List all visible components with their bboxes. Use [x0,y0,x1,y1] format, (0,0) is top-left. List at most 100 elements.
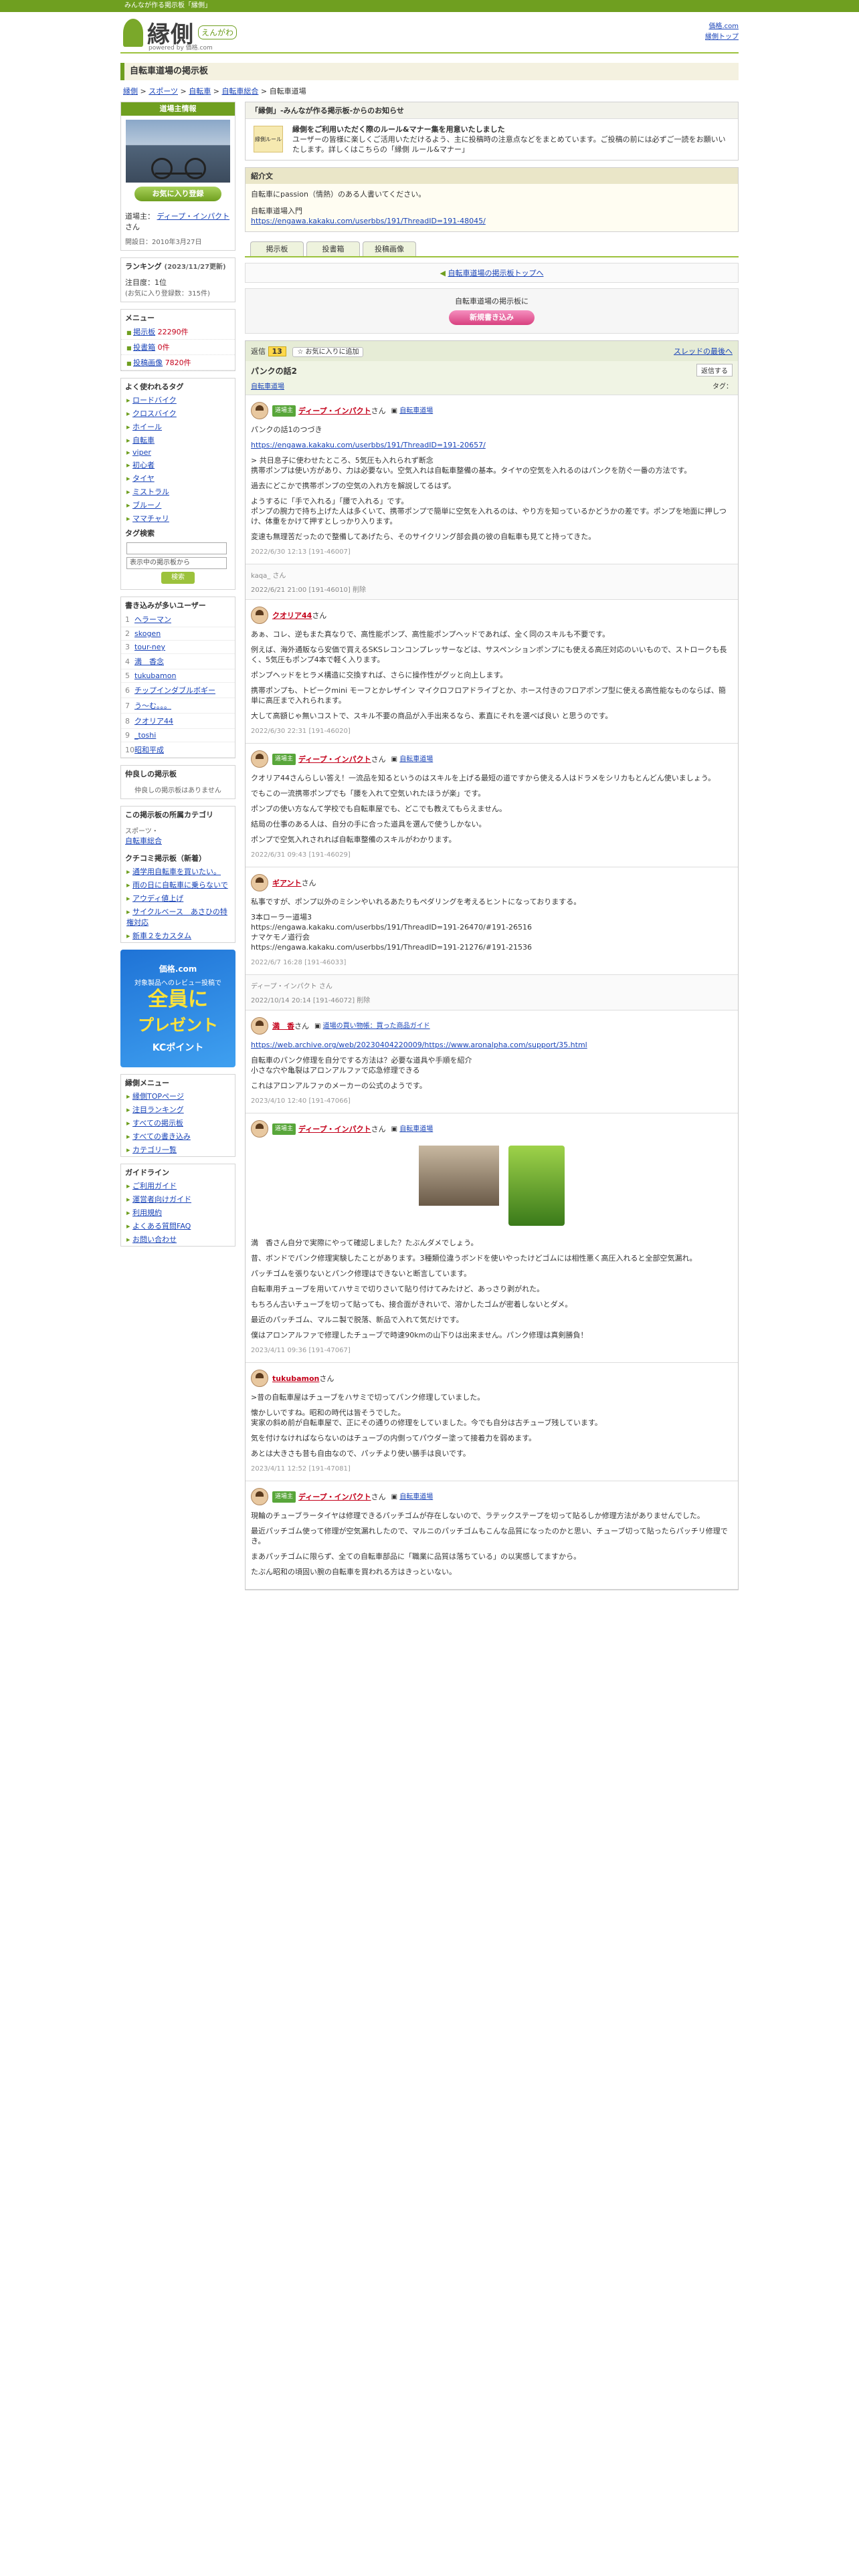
post-user-link[interactable]: ディープ・インパクト [298,1492,371,1502]
tag-search-button[interactable]: 検索 [161,572,195,584]
intro-link[interactable]: https://engawa.kakaku.com/userbbs/191/Th… [251,217,486,225]
favorite-button[interactable]: お気に入り登録 [134,187,221,201]
tag-link[interactable]: タイヤ [132,474,155,483]
tag-link[interactable]: 自転車 [132,436,155,445]
post-user-link[interactable]: ディープ・インパクト [298,754,371,764]
writer-link[interactable]: 満 香念 [134,657,164,666]
writer-item[interactable]: 9 _toshi [121,729,235,742]
writer-link[interactable]: _toshi [134,731,156,740]
engawa-menu-link[interactable]: 注目ランキング [132,1105,184,1114]
guide-item[interactable]: お問い合わせ [121,1232,235,1246]
tag-link[interactable]: ブルーノ [132,501,161,510]
tag-link[interactable]: ホイール [132,423,162,431]
writer-item[interactable]: 8 クオリア44 [121,714,235,729]
guide-link[interactable]: よくある質問FAQ [132,1222,191,1230]
kakaku-link[interactable]: 価格.com [708,23,739,30]
guide-link[interactable]: お問い合わせ [132,1235,177,1244]
writer-link[interactable]: チップインダブルボギー [134,686,215,695]
tag-scope-select[interactable]: 表示中の掲示板から [126,557,227,569]
reply-button[interactable]: 返信する [696,364,733,377]
menu-mailbox-link[interactable]: 投書箱 [133,343,155,352]
guide-item[interactable]: 運営者向けガイド [121,1192,235,1206]
kuchikomi-item[interactable]: 新車２をカスタム [121,929,235,942]
kuchikomi-link[interactable]: 新車２をカスタム [132,932,191,940]
writer-item[interactable]: 2 skogen [121,627,235,641]
tag-link[interactable]: ロードバイク [132,396,177,405]
menu-board-link[interactable]: 掲示板 [133,328,155,336]
guide-link[interactable]: 運営者向けガイド [132,1195,191,1204]
menu-item-board[interactable]: 掲示板 22290件 [121,324,235,340]
engawa-menu-item[interactable]: すべての掲示板 [121,1116,235,1130]
engawa-menu-link[interactable]: すべての書き込み [132,1132,191,1141]
post-category-link[interactable]: 自転車道場 [399,1493,433,1501]
guide-link[interactable]: ご利用ガイド [132,1182,177,1190]
avatar[interactable] [251,1017,268,1035]
post-user-link[interactable]: tukubamon [272,1374,319,1384]
tag-item[interactable]: 自転車 [121,433,235,447]
guide-link[interactable]: 利用規約 [132,1208,162,1217]
post-user-link[interactable]: ディープ・インパクト [298,406,371,416]
writer-link[interactable]: クオリア44 [134,717,173,726]
avatar[interactable] [251,402,268,419]
avatar[interactable] [251,1370,268,1387]
writer-item[interactable]: 3 tour-ney [121,641,235,654]
post-user-link[interactable]: クオリア44 [272,611,312,621]
kuchikomi-link[interactable]: 雨の日に自転車に乗らないで [132,881,228,889]
tag-link[interactable]: ミストラル [132,488,169,496]
category-link[interactable]: 自転車総合 [125,837,162,845]
tag-search-input[interactable] [126,542,227,554]
avatar[interactable] [251,874,268,891]
kuchikomi-link[interactable]: アウディ値上げ [132,894,183,903]
guide-item[interactable]: 利用規約 [121,1206,235,1219]
engawa-menu-item[interactable]: カテゴリ一覧 [121,1143,235,1156]
post-category[interactable]: ▣ 自転車道場 [391,1492,434,1502]
new-post-button[interactable]: 新規書き込み [449,310,535,325]
tag-item[interactable]: クロスバイク [121,407,235,420]
writer-item[interactable]: 6 チップインダブルボギー [121,683,235,698]
tag-item[interactable]: ブルーノ [121,498,235,512]
post-user-link[interactable]: 満 香 [272,1021,294,1031]
kuchikomi-item[interactable]: アウディ値上げ [121,891,235,905]
writer-item[interactable]: 4満 香念 [121,654,235,669]
writer-item[interactable]: 5 tukubamon [121,669,235,683]
repair-kit-photo[interactable] [419,1146,499,1206]
tab-mailbox[interactable]: 投書箱 [306,241,360,256]
engawa-menu-link[interactable]: カテゴリ一覧 [132,1146,177,1154]
kuchikomi-link[interactable]: 通学用自転車を買いたい。 [132,867,221,876]
add-favorite-button[interactable]: ☆ お気に入りに追加 [292,347,364,357]
tag-item[interactable]: ミストラル [121,485,235,498]
writer-item[interactable]: 1 ヘラーマン [121,612,235,627]
post-user-link[interactable]: ギアント [272,878,302,888]
writer-link[interactable]: う～む。。。 [134,702,171,710]
owner-name-link[interactable]: ディープ・インパクト [157,212,230,221]
thread-category-link[interactable]: 自転車道場 [251,383,284,391]
crumb-bicycle[interactable]: 自転車 [189,87,211,96]
post-category[interactable]: ▣ 自転車道場 [391,754,434,764]
post-category[interactable]: ▣ 自転車道場 [391,1124,434,1134]
tag-item[interactable]: ロードバイク [121,393,235,407]
avatar[interactable] [251,1120,268,1138]
board-top-button[interactable]: ◀ 自転車道場の掲示板トップへ [245,263,739,283]
avatar[interactable] [251,607,268,624]
post-category-link[interactable]: 道場の買い物帳：買った商品ガイド [323,1023,430,1030]
engawa-menu-item[interactable]: すべての書き込み [121,1130,235,1143]
engawa-menu-link[interactable]: すべての掲示板 [132,1119,183,1128]
kuchikomi-item[interactable]: 雨の日に自転車に乗らないで [121,878,235,891]
writer-link[interactable]: tour-ney [134,643,165,651]
guide-item[interactable]: ご利用ガイド [121,1179,235,1192]
tag-item[interactable]: ホイール [121,420,235,433]
glue-bottle-photo[interactable] [508,1146,565,1226]
promo-banner[interactable]: 価格.com 対象製品へのレビュー投稿で 全員に プレゼント KCポイント [120,950,235,1067]
tag-item[interactable]: ママチャリ [121,512,235,525]
thread-latest-link[interactable]: スレッドの最後へ [674,346,733,356]
tag-link[interactable]: 初心者 [132,461,155,469]
tag-item[interactable]: タイヤ [121,471,235,485]
post-link[interactable]: https://web.archive.org/web/202304042200… [251,1041,587,1049]
writer-link[interactable]: 昭和平成 [134,746,164,754]
menu-item-images[interactable]: 投稿画像 7820件 [121,355,235,370]
kuchikomi-link[interactable]: サイクルベース あさひの特権対応 [126,907,227,927]
crumb-bicycle-general[interactable]: 自転車総合 [221,87,258,96]
post-category-link[interactable]: 自転車道場 [399,756,433,763]
post-category[interactable]: ▣ 自転車道場 [391,406,434,416]
writer-link[interactable]: tukubamon [134,671,176,680]
